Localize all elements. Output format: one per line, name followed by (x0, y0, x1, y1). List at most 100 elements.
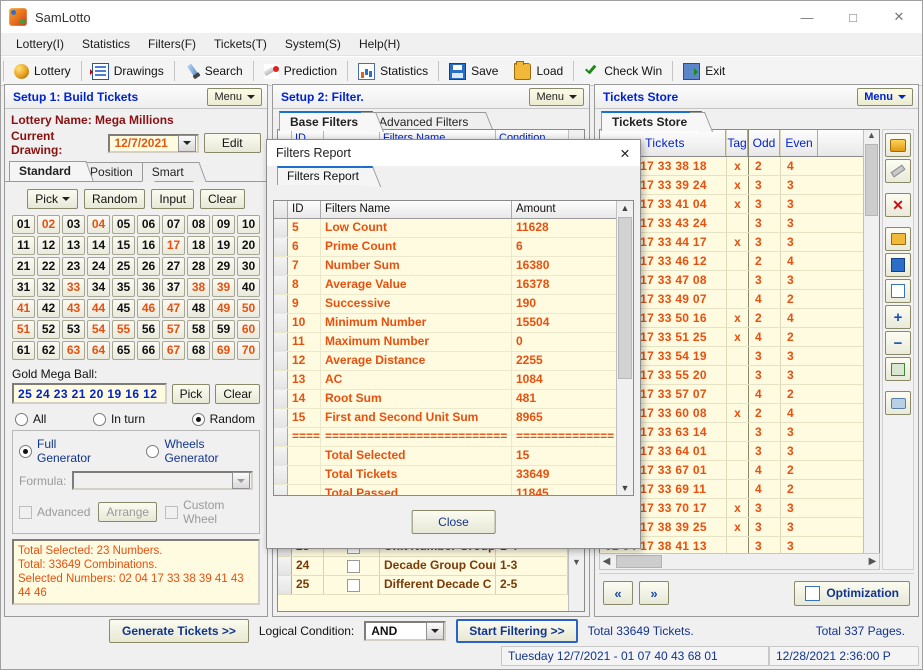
row-selector[interactable] (274, 447, 288, 465)
menu-system[interactable]: System(S) (276, 34, 350, 54)
toolbar-statistics[interactable]: Statistics (350, 58, 436, 84)
number-cell[interactable]: 64 (87, 341, 110, 360)
number-cell[interactable]: 42 (37, 299, 60, 318)
ticket-row[interactable]: 02 04 17 33 39 24 x 3 3 (600, 176, 879, 195)
radio-wheels-generator[interactable]: Wheels Generator (146, 437, 253, 465)
tickets-hscrollbar[interactable]: ◀ ▶ (599, 553, 880, 570)
number-cell[interactable]: 08 (187, 215, 210, 234)
number-cell[interactable]: 01 (12, 215, 35, 234)
filters-report-grid[interactable]: ID Filters Name Amount 5 Low Count 11628 6 P… (273, 200, 634, 496)
nav-first-page-button[interactable]: « (603, 581, 633, 605)
row-selector[interactable] (274, 238, 288, 256)
number-cell[interactable]: 11 (12, 236, 35, 255)
row-selector[interactable] (274, 314, 288, 332)
report-total-row[interactable]: Total Passed 11845 (274, 485, 633, 495)
report-row[interactable]: 14 Root Sum 481 (274, 390, 633, 409)
dialog-close-button[interactable]: Close (411, 510, 496, 534)
start-filtering-button[interactable]: Start Filtering >> (456, 619, 578, 643)
filter-row-checkbox[interactable] (324, 557, 380, 575)
number-cell[interactable]: 05 (112, 215, 135, 234)
number-cell[interactable]: 35 (112, 278, 135, 297)
row-selector[interactable] (274, 276, 288, 294)
report-vscrollbar[interactable]: ▲ ▼ (616, 201, 633, 495)
filter-row-selector[interactable] (278, 576, 292, 594)
number-cell[interactable]: 62 (37, 341, 60, 360)
current-drawing-combo[interactable]: 12/7/2021 (108, 133, 199, 153)
setup2-menu-button[interactable]: Menu (529, 87, 584, 106)
report-row[interactable]: 5 Low Count 11628 (274, 219, 633, 238)
number-cell[interactable]: 41 (12, 299, 35, 318)
row-selector[interactable] (274, 485, 288, 495)
row-selector[interactable] (274, 371, 288, 389)
row-selector[interactable] (274, 295, 288, 313)
ticket-row[interactable]: 02 04 17 33 57 07 4 2 (600, 385, 879, 404)
add-plus-icon[interactable]: + (885, 305, 911, 329)
toolbar-exit[interactable]: Exit (675, 58, 733, 84)
gold-clear-button[interactable]: Clear (215, 383, 260, 404)
optimization-button[interactable]: Optimization (794, 580, 910, 606)
number-cell[interactable]: 56 (137, 320, 160, 339)
number-cell[interactable]: 50 (237, 299, 260, 318)
number-cell[interactable]: 45 (112, 299, 135, 318)
random-button[interactable]: Random (83, 189, 146, 209)
ticket-row[interactable]: 02 04 17 33 44 17 x 3 3 (600, 233, 879, 252)
number-cell[interactable]: 39 (212, 278, 235, 297)
row-selector[interactable] (274, 352, 288, 370)
report-scroll-thumb[interactable] (618, 217, 632, 379)
minimize-button[interactable]: — (784, 1, 830, 33)
ticket-row[interactable]: 02 04 17 33 55 20 3 3 (600, 366, 879, 385)
pick-button[interactable]: Pick (27, 189, 78, 209)
report-row[interactable]: 10 Minimum Number 15504 (274, 314, 633, 333)
menu-filters[interactable]: Filters(F) (139, 34, 205, 54)
number-cell[interactable]: 14 (87, 236, 110, 255)
ticket-row[interactable]: 02 04 17 33 69 11 4 2 (600, 480, 879, 499)
tab-filters-report[interactable]: Filters Report (277, 166, 372, 185)
tickets-store-menu-button[interactable]: Menu (857, 87, 913, 106)
radio-in-turn[interactable]: In turn (92, 412, 145, 426)
number-cell[interactable]: 48 (187, 299, 210, 318)
number-cell[interactable]: 27 (162, 257, 185, 276)
ticket-row[interactable]: 02 04 17 33 46 12 2 4 (600, 252, 879, 271)
menu-tickets[interactable]: Tickets(T) (205, 34, 276, 54)
tab-base-filters[interactable]: Base Filters (279, 111, 374, 131)
number-cell[interactable]: 36 (137, 278, 160, 297)
number-cell[interactable]: 43 (62, 299, 85, 318)
ticket-row[interactable]: 02 04 17 33 41 04 x 3 3 (600, 195, 879, 214)
number-cell[interactable]: 57 (162, 320, 185, 339)
number-cell[interactable]: 15 (112, 236, 135, 255)
number-cell[interactable]: 33 (62, 278, 85, 297)
report-row[interactable]: 11 Maximum Number 0 (274, 333, 633, 352)
filter-row-checkbox[interactable] (324, 576, 380, 594)
number-cell[interactable]: 37 (162, 278, 185, 297)
gold-pick-button[interactable]: Pick (171, 383, 211, 404)
menu-lottery[interactable]: Lottery(I) (7, 34, 73, 54)
number-cell[interactable]: 04 (87, 215, 110, 234)
toolbar-lottery[interactable]: Lottery (6, 58, 79, 84)
number-cell[interactable]: 29 (212, 257, 235, 276)
menu-statistics[interactable]: Statistics (73, 34, 139, 54)
report-row[interactable]: 15 First and Second Unit Sum 8965 (274, 409, 633, 428)
nav-next-page-button[interactable]: » (639, 581, 669, 605)
ticket-row[interactable]: 02 04 17 38 39 25 x 3 3 (600, 518, 879, 537)
number-cell[interactable]: 34 (87, 278, 110, 297)
number-cell[interactable]: 60 (237, 320, 260, 339)
number-cell[interactable]: 26 (137, 257, 160, 276)
number-cell[interactable]: 09 (212, 215, 235, 234)
clear-button[interactable]: Clear (200, 189, 245, 209)
ticket-row[interactable]: 02 04 17 33 70 17 x 3 3 (600, 499, 879, 518)
row-selector[interactable] (274, 219, 288, 237)
edit-drawing-button[interactable]: Edit (203, 133, 261, 153)
scroll-down-icon[interactable]: ▼ (621, 481, 630, 495)
number-cell[interactable]: 55 (112, 320, 135, 339)
number-cell[interactable]: 40 (237, 278, 260, 297)
print-icon[interactable] (885, 391, 911, 415)
input-button[interactable]: Input (151, 189, 195, 209)
report-row[interactable]: 12 Average Distance 2255 (274, 352, 633, 371)
number-cell[interactable]: 06 (137, 215, 160, 234)
ticket-row[interactable]: 02 04 17 33 63 14 3 3 (600, 423, 879, 442)
number-cell[interactable]: 51 (12, 320, 35, 339)
row-selector[interactable] (274, 333, 288, 351)
ticket-row[interactable]: 02 04 17 33 47 08 3 3 (600, 271, 879, 290)
number-cell[interactable]: 53 (62, 320, 85, 339)
report-separator-row[interactable]: ==== ========================== ==========… (274, 428, 633, 447)
